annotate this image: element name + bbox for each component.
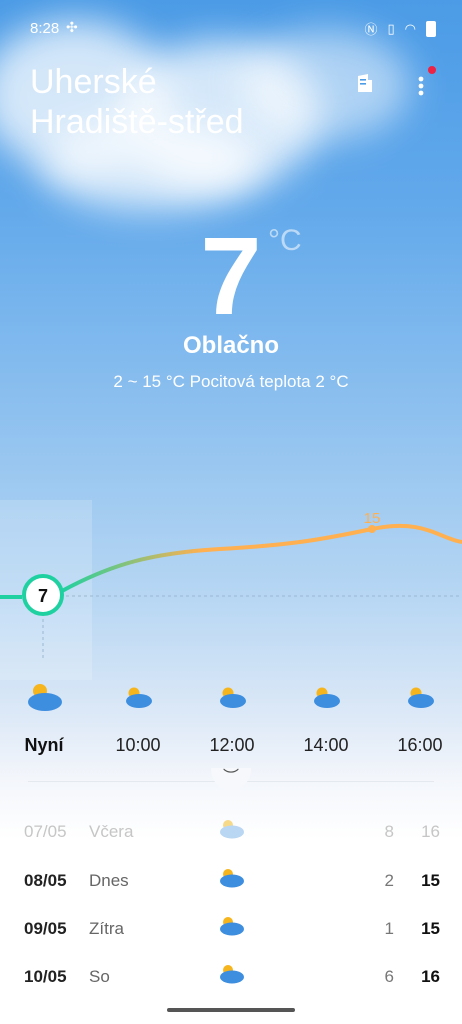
hour-item-now[interactable]: Nyní bbox=[4, 680, 84, 756]
day-date: 08/05 bbox=[24, 871, 67, 890]
partly-cloudy-icon bbox=[220, 820, 244, 839]
hour-item[interactable]: 10:00 bbox=[98, 680, 178, 756]
day-high: 15 bbox=[421, 871, 440, 890]
day-date: 10/05 bbox=[24, 967, 67, 986]
city-management-icon[interactable] bbox=[355, 74, 373, 94]
day-low: 6 bbox=[384, 967, 394, 986]
day-name: Včera bbox=[89, 822, 134, 841]
day-low: 1 bbox=[384, 919, 394, 938]
partly-cloudy-icon bbox=[314, 687, 340, 708]
partly-cloudy-icon bbox=[220, 869, 244, 888]
daily-row[interactable]: 09/05 Zítra 1 15 bbox=[0, 909, 462, 949]
now-temp-label: 7 bbox=[38, 586, 48, 606]
hour-label: 12:00 bbox=[209, 735, 255, 755]
hour-item[interactable]: 16:00 bbox=[380, 680, 460, 756]
hour-item[interactable]: 12:00 bbox=[192, 680, 272, 756]
day-high: 16 bbox=[421, 822, 440, 841]
daily-row[interactable]: 07/05 Včera 8 16 bbox=[0, 812, 462, 852]
partly-cloudy-icon bbox=[220, 965, 244, 984]
daily-row[interactable]: 08/05 Dnes 2 15 bbox=[0, 861, 462, 901]
location-line-2: Hradiště-střed bbox=[30, 103, 244, 141]
temperature-unit: °C bbox=[268, 224, 302, 257]
partly-cloudy-icon bbox=[126, 687, 152, 708]
hour-label: Nyní bbox=[24, 735, 64, 755]
more-options-icon[interactable] bbox=[410, 72, 432, 100]
hour-label: 10:00 bbox=[115, 735, 161, 755]
status-icons: Ⓝ ▯ ◠ bbox=[364, 19, 436, 38]
partly-cloudy-icon bbox=[220, 687, 246, 708]
wifi-icon: ◠ bbox=[404, 20, 416, 36]
temperature-curve bbox=[61, 523, 462, 593]
day-name: So bbox=[89, 967, 110, 986]
hour-label: 14:00 bbox=[303, 735, 349, 755]
location-title[interactable]: Uherské Hradiště-střed bbox=[30, 62, 244, 142]
fan-icon: ✣ bbox=[66, 19, 78, 35]
chevron-down-icon[interactable]: ︶ bbox=[211, 768, 251, 790]
gesture-handle[interactable] bbox=[167, 1008, 295, 1012]
peak-label: 15 bbox=[364, 510, 381, 527]
hour-item[interactable]: 14:00 bbox=[286, 680, 366, 756]
partly-cloudy-icon bbox=[220, 917, 244, 936]
day-low: 2 bbox=[384, 871, 394, 890]
status-bar: 8:28 ✣ Ⓝ ▯ ◠ bbox=[0, 0, 462, 52]
notification-dot bbox=[428, 66, 436, 74]
hour-label: 16:00 bbox=[397, 735, 443, 755]
partly-cloudy-icon bbox=[408, 687, 434, 708]
weather-condition: Oblačno bbox=[182, 332, 279, 359]
day-name: Dnes bbox=[89, 871, 129, 890]
partly-cloudy-icon bbox=[28, 684, 62, 711]
hourly-temperature-chart: 15 7 bbox=[0, 510, 462, 660]
battery-icon bbox=[426, 20, 436, 37]
temperature-range-feels-like: 2 ~ 15 °C Pocitová teplota 2 °C bbox=[113, 372, 349, 391]
day-date: 09/05 bbox=[24, 919, 67, 938]
day-low: 8 bbox=[384, 822, 394, 841]
day-high: 16 bbox=[421, 967, 440, 986]
daily-row[interactable]: 10/05 So 6 16 bbox=[0, 957, 462, 997]
vibrate-icon: ▯ bbox=[387, 20, 395, 36]
location-line-1: Uherské bbox=[30, 63, 157, 101]
nfc-icon: Ⓝ bbox=[364, 22, 378, 37]
hourly-forecast[interactable]: Nyní 10:00 12:00 14:00 16:00 bbox=[0, 680, 462, 760]
day-high: 15 bbox=[421, 919, 440, 938]
day-name: Zítra bbox=[89, 919, 124, 938]
current-temperature: 7 bbox=[200, 215, 262, 338]
day-date: 07/05 bbox=[24, 822, 67, 841]
status-time: 8:28 bbox=[30, 20, 60, 37]
